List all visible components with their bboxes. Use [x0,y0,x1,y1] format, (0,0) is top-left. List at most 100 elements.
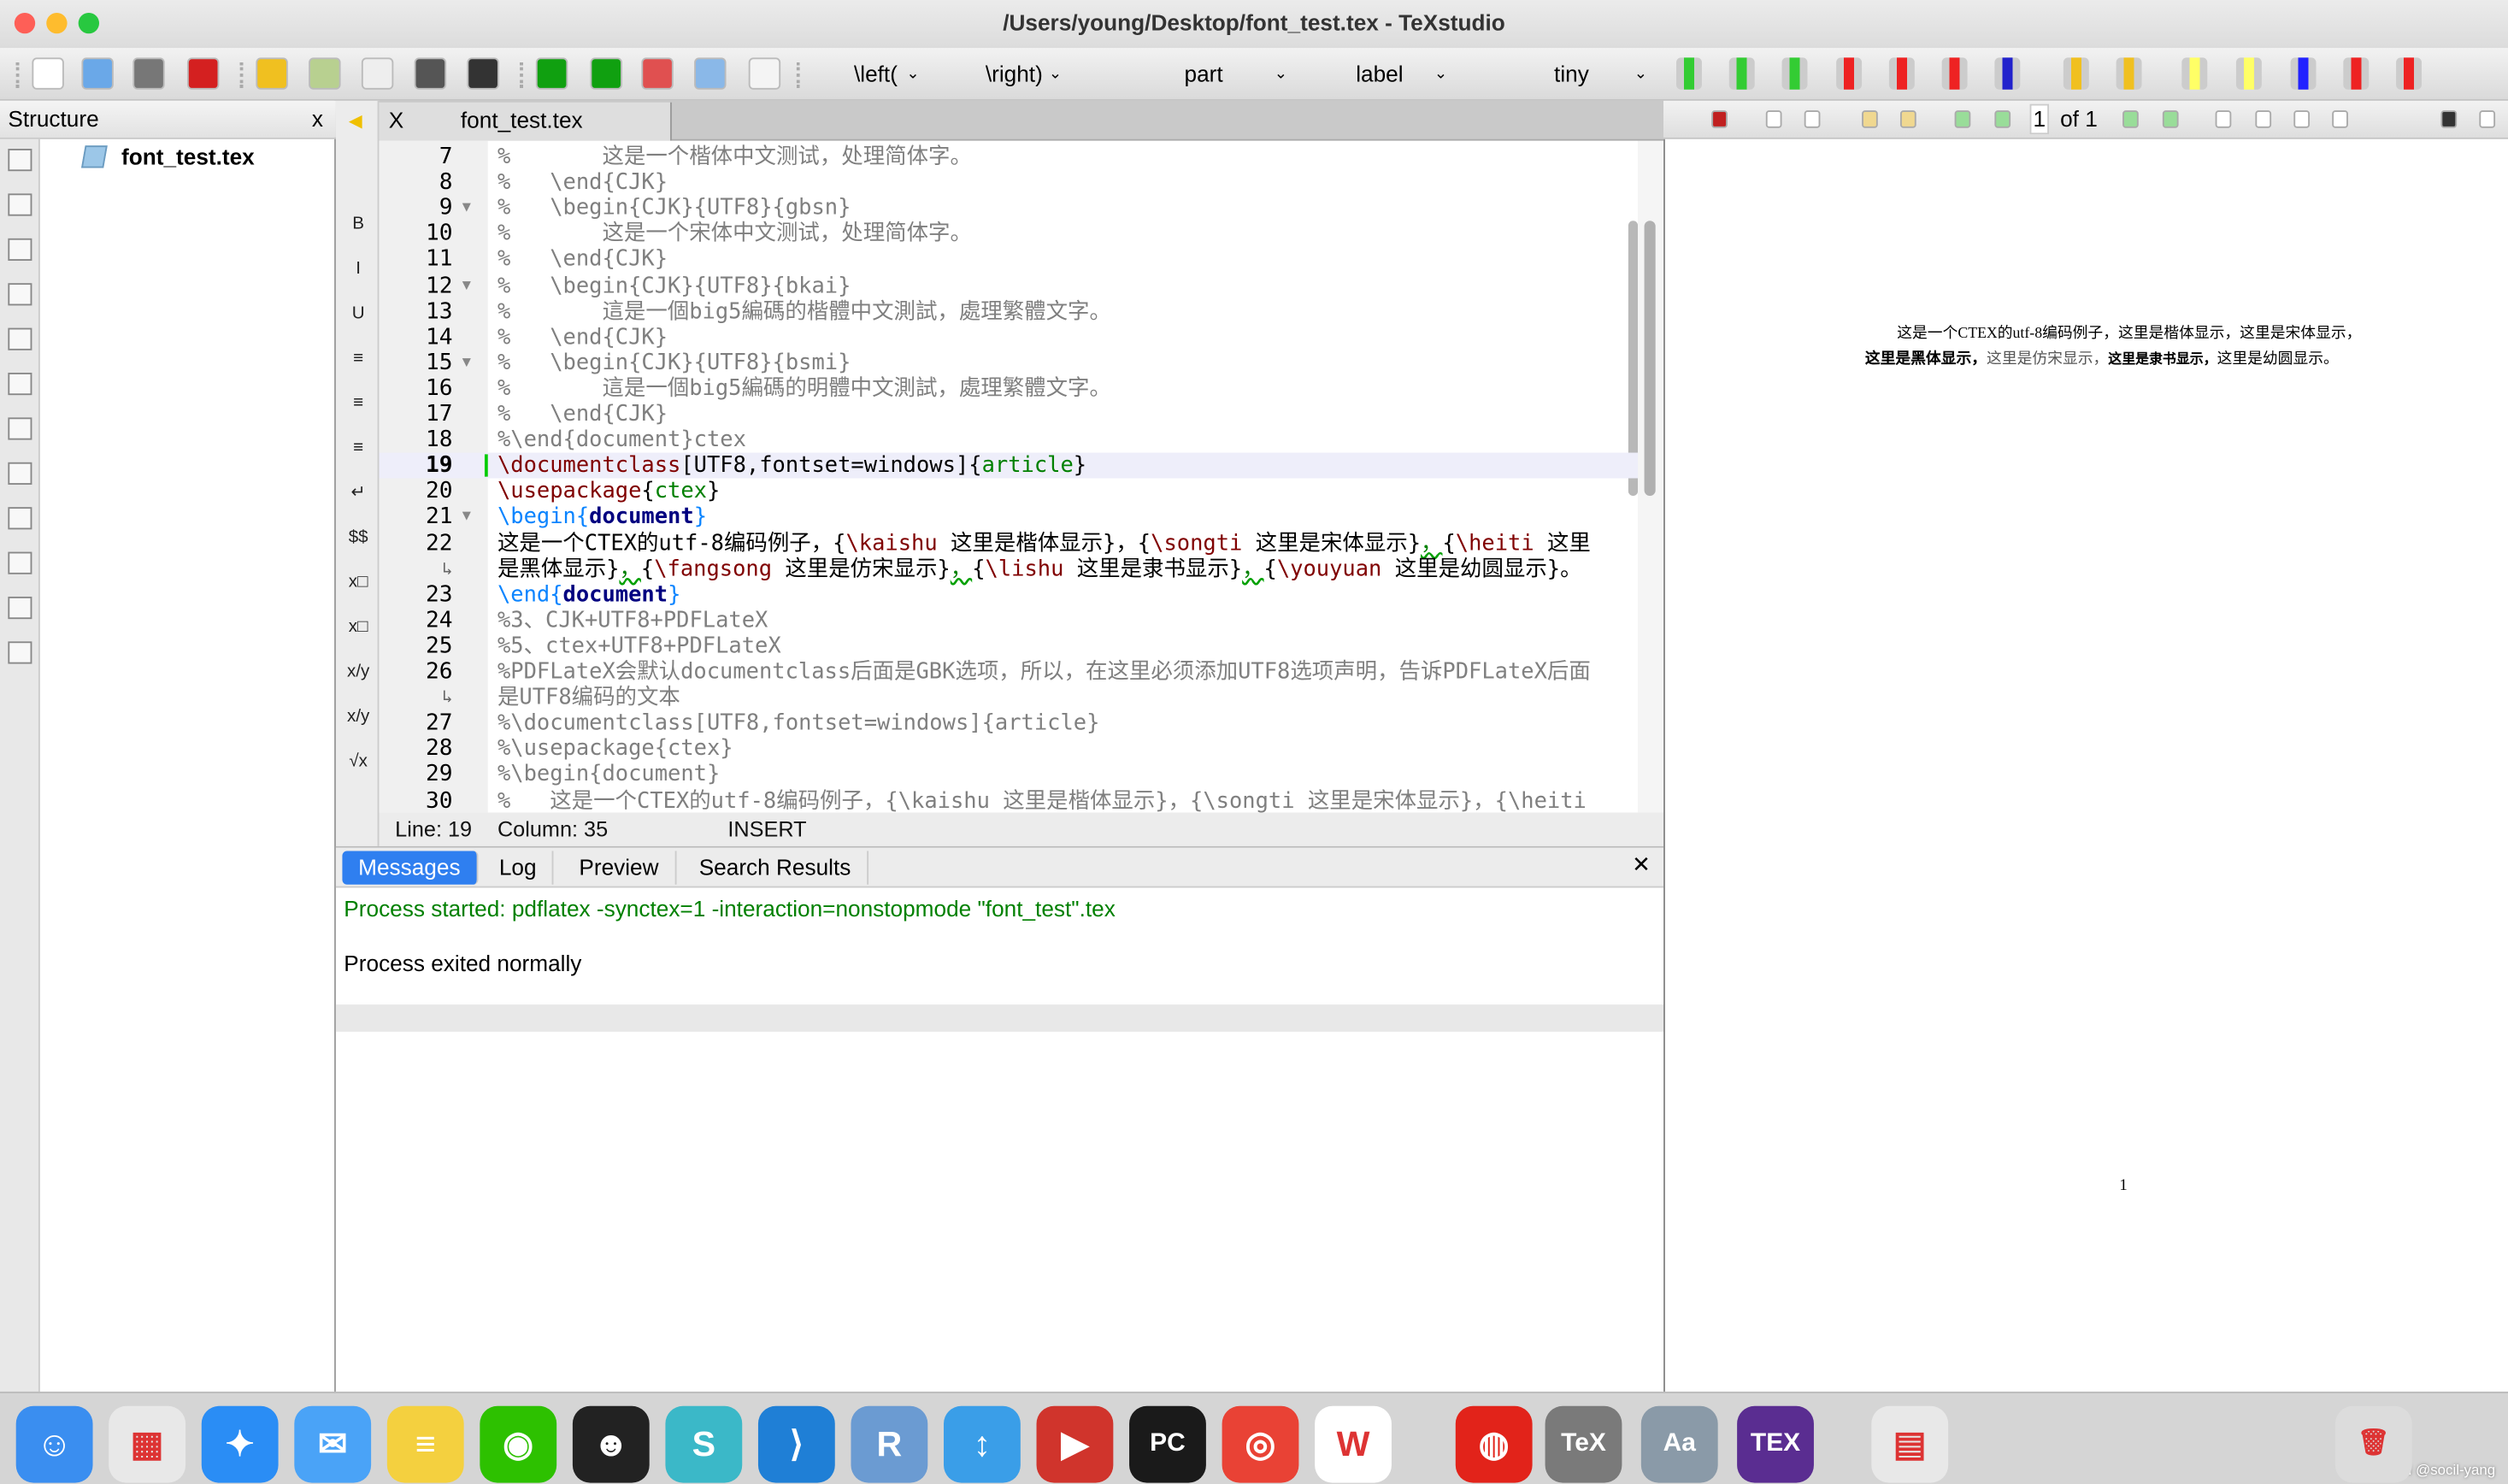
print-icon[interactable] [81,57,114,90]
close-structure-button[interactable]: x [312,101,323,136]
editor-scroll-thumb[interactable] [1644,221,1656,497]
format-icon-6[interactable]: ↵ [347,481,369,504]
format-icon-5[interactable]: ≡ [347,437,369,459]
editor-scroll-track[interactable] [1638,140,1664,813]
format-icon-10[interactable]: x/y [347,661,369,683]
close-messages-button[interactable]: ✕ [1632,851,1651,878]
fold-triangle-icon[interactable]: ▼ [462,196,471,221]
insert-column-icon[interactable] [1781,57,1808,90]
dock-netease-music-icon[interactable]: ◍ [1455,1405,1533,1483]
magnifier-icon[interactable] [1765,110,1782,128]
asterisk-icon[interactable] [8,283,32,306]
dock-wechat-icon[interactable]: ◉ [480,1405,557,1483]
bm-icon[interactable] [8,551,32,574]
forward-icon[interactable] [1899,110,1916,128]
symbols-icon[interactable] [8,641,32,664]
previous-page-icon[interactable] [1994,110,2011,128]
format-icon-1[interactable]: I [347,257,369,280]
dock-safari-icon[interactable]: ✦ [201,1405,279,1483]
dock-trash-icon[interactable]: 🗑 [2334,1405,2412,1483]
structure-icon[interactable] [8,149,32,172]
next-page-icon[interactable] [2122,110,2139,128]
bookmark-icon[interactable] [8,238,32,262]
minimize-window-button[interactable] [46,12,68,34]
tab-messages[interactable]: Messages [342,851,479,885]
remove-row-icon[interactable] [1836,57,1863,90]
minimize-icon[interactable] [2440,110,2458,128]
last-page-icon[interactable] [2162,110,2179,128]
code-editor[interactable]: 7 % 这是一个楷体中文测试，处理简体字。 8 % \end{CJK} 9 ▼ % \beg… [379,140,1639,813]
format-icon-9[interactable]: x□ [347,615,369,638]
dock-finder-icon[interactable]: ☺ [15,1405,93,1483]
dock-qq-icon[interactable]: ☻ [572,1405,650,1483]
zoom-100-icon[interactable] [2215,110,2232,128]
add-column-icon[interactable] [1728,57,1755,90]
undo-icon[interactable] [256,57,288,90]
redo-icon[interactable] [309,57,341,90]
dock-icon[interactable] [2479,110,2496,128]
back-arrow-icon[interactable]: ◀ [349,110,362,131]
format-icon-0[interactable]: B [347,213,369,235]
format-icon-11[interactable]: x/y [347,705,369,727]
back-icon[interactable] [1862,110,1878,128]
format-icon-7[interactable]: $$ [347,527,369,549]
format-icon-12[interactable]: √x [347,751,369,773]
dropdown-1[interactable]: \right) ⌄ [966,57,1063,89]
highlight-icon[interactable] [2181,57,2208,90]
tree-item-file[interactable]: font_test.tex [80,144,255,169]
dock-parallels-icon[interactable]: ▶ [1036,1405,1114,1483]
view-log-icon[interactable] [748,57,781,90]
tab-font-test[interactable]: X font_test.tex [379,102,672,141]
format-icon-3[interactable]: ≡ [347,347,369,369]
dock-sublime-icon[interactable]: S [665,1405,743,1483]
copy-icon[interactable] [361,57,394,90]
insert-mode[interactable]: INSERT [727,816,806,845]
dock-texstudio-icon[interactable]: TEX [1737,1405,1814,1483]
fit-page-icon[interactable] [2293,110,2311,128]
hand-icon[interactable] [1804,110,1821,128]
tab-preview[interactable]: Preview [563,851,677,885]
remove-column-icon[interactable] [1888,57,1915,90]
brackets-icon[interactable] [8,327,32,350]
fit-text-icon[interactable] [2332,110,2348,128]
new-file-icon[interactable] [32,57,64,90]
format-icon-2[interactable]: U [347,303,369,325]
add-row-icon[interactable] [1676,57,1702,90]
fold-triangle-icon[interactable]: ▼ [462,504,471,530]
text-color-icon[interactable] [2290,57,2317,90]
ps-icon[interactable] [8,372,32,396]
dropdown-4[interactable]: tiny ⌄ [1496,57,1647,89]
mp-icon[interactable] [8,417,32,440]
dropdown-2[interactable]: part ⌄ [1120,57,1288,89]
dock-wps-icon[interactable]: W [1315,1405,1392,1483]
dock-vscode-icon[interactable]: ⟩ [757,1405,835,1483]
close-window-button[interactable] [14,12,36,34]
fold-triangle-icon[interactable]: ▼ [462,273,471,298]
dock-tex-shop-icon[interactable]: TeX [1545,1405,1622,1483]
cut-column-icon[interactable] [1941,57,1968,90]
pdf-viewer[interactable]: 这是一个CTEX的utf-8编码例子，这里是楷体显示，这里是宋体显示， 这里是黑… [1663,138,2508,1392]
close-file-icon[interactable] [186,57,220,90]
next-mark-icon[interactable] [2116,57,2142,90]
fit-width-icon[interactable] [2255,110,2272,128]
dock-mail-icon[interactable]: ✉ [294,1405,372,1483]
first-page-icon[interactable] [1954,110,1971,128]
dropdown-0[interactable]: \left(⌄ [832,57,920,89]
strikethrough-icon[interactable] [2343,57,2370,90]
dock-disk-utility-icon[interactable]: ▤ [1871,1405,1949,1483]
dock-chrome-icon[interactable]: ◎ [1222,1405,1299,1483]
build-and-view-icon[interactable] [535,57,568,90]
save-icon[interactable] [132,57,165,90]
comment-icon[interactable] [2235,57,2262,90]
page-number-input[interactable]: 1 [2029,103,2050,135]
format-icon-8[interactable]: x□ [347,571,369,593]
close-tab-button[interactable]: X [389,103,403,138]
align-columns-icon[interactable] [1994,57,2021,90]
zoom-window-button[interactable] [78,12,100,34]
stop-icon[interactable] [641,57,674,90]
compile-icon[interactable] [590,57,622,90]
dock-launchpad-icon[interactable]: ▦ [109,1405,186,1483]
list-icon[interactable] [8,193,32,216]
tab-search-results[interactable]: Search Results [683,851,868,885]
tab-log[interactable]: Log [483,851,555,885]
